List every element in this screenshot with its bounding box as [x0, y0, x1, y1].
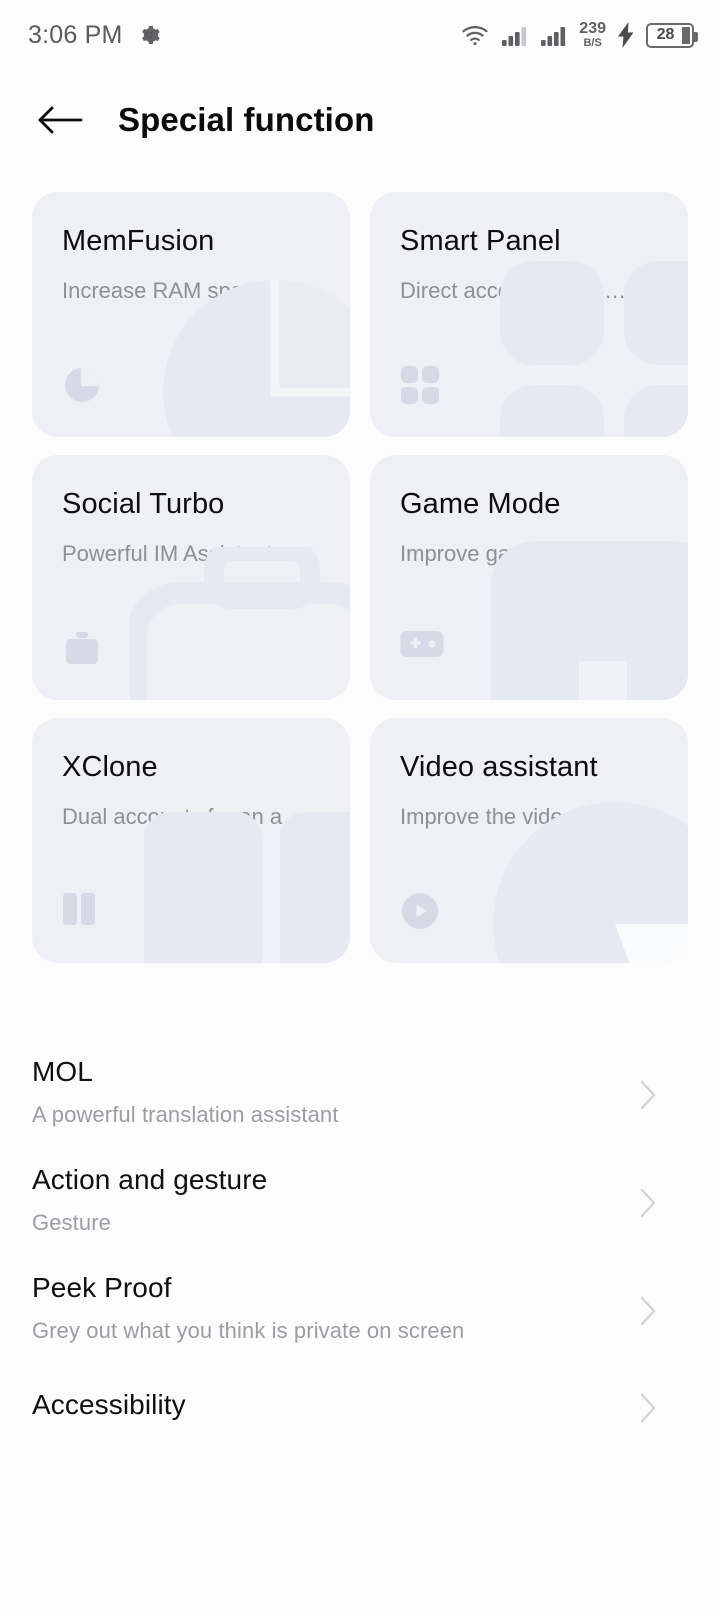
card-memfusion[interactable]: MemFusion Increase RAM space — [32, 192, 350, 437]
list-item-action-and-gesture[interactable]: Action and gesture Gesture — [32, 1146, 688, 1254]
card-subtitle: Powerful IM Assistant — [62, 541, 273, 566]
list-item-peek-proof[interactable]: Peek Proof Grey out what you think is pr… — [32, 1254, 688, 1362]
card-subtitle: Improve the video vie… — [400, 804, 632, 829]
card-title: Video assistant — [400, 751, 598, 783]
card-game-mode[interactable]: Game Mode Improve game experie… — [370, 455, 688, 700]
settings-list: MOL A powerful translation assistant Act… — [0, 1038, 720, 1448]
signal-bars-icon — [501, 23, 529, 47]
card-subtitle: Increase RAM space — [62, 278, 267, 303]
list-item-text: Peek Proof Grey out what you think is pr… — [32, 1272, 464, 1344]
back-button[interactable] — [34, 94, 86, 146]
card-video-assistant[interactable]: Video assistant Improve the video vie… — [370, 718, 688, 963]
network-speed-value: 239 — [579, 20, 606, 37]
grid-four-icon — [400, 365, 440, 405]
gamepad-icon — [400, 628, 444, 668]
card-title: XClone — [62, 751, 158, 783]
feature-card-grid: MemFusion Increase RAM space Smart Panel… — [0, 192, 720, 963]
briefcase-watermark — [130, 547, 350, 700]
list-item-title: Accessibility — [32, 1389, 186, 1420]
network-speed-indicator: 239 B/S — [579, 21, 606, 49]
list-item-text: MOL A powerful translation assistant — [32, 1056, 338, 1128]
list-item-title: MOL — [32, 1056, 93, 1087]
list-item-title: Action and gesture — [32, 1164, 268, 1195]
briefcase-icon — [62, 628, 102, 668]
wifi-icon — [460, 23, 490, 47]
signal-bars-icon — [540, 23, 568, 47]
play-circle-icon — [400, 891, 440, 931]
list-item-title: Peek Proof — [32, 1272, 172, 1303]
list-item-subtitle: Grey out what you think is private on sc… — [32, 1318, 465, 1343]
card-subtitle: Improve game experie… — [400, 541, 641, 566]
chevron-right-icon — [638, 1079, 664, 1110]
list-item-accessibility[interactable]: Accessibility — [32, 1362, 688, 1448]
card-subtitle: Dual accounts for an a… — [62, 804, 305, 829]
card-title: MemFusion — [62, 225, 215, 257]
list-item-subtitle: A powerful translation assistant — [32, 1102, 339, 1127]
pie-chart-icon — [62, 365, 102, 405]
card-subtitle: Direct access to com… — [400, 278, 627, 303]
list-item-text: Accessibility — [32, 1389, 186, 1421]
gear-icon[interactable] — [137, 23, 161, 47]
status-bar-left: 3:06 PM — [28, 21, 161, 50]
chevron-right-icon — [638, 1187, 664, 1218]
battery-indicator: 28 — [646, 22, 698, 48]
status-time: 3:06 PM — [28, 20, 123, 49]
card-social-turbo[interactable]: Social Turbo Powerful IM Assistant — [32, 455, 350, 700]
dual-columns-watermark — [144, 812, 350, 963]
status-bar: 3:06 PM 239 B/S 28 — [0, 0, 720, 70]
page-title: Special function — [118, 101, 375, 138]
lightning-bolt-icon — [617, 22, 635, 48]
status-bar-right: 239 B/S 28 — [460, 21, 698, 49]
network-speed-unit: B/S — [583, 37, 602, 49]
battery-level: 28 — [656, 26, 675, 43]
battery-fill — [682, 26, 690, 44]
arrow-left-icon — [38, 106, 83, 134]
card-title: Smart Panel — [400, 225, 561, 257]
list-item-mol[interactable]: MOL A powerful translation assistant — [32, 1038, 688, 1146]
dual-columns-icon — [62, 891, 102, 931]
card-title: Game Mode — [400, 488, 561, 520]
card-smart-panel[interactable]: Smart Panel Direct access to com… — [370, 192, 688, 437]
card-title: Social Turbo — [62, 488, 225, 520]
app-bar: Special function — [0, 70, 720, 170]
card-xclone[interactable]: XClone Dual accounts for an a… — [32, 718, 350, 963]
list-item-subtitle: Gesture — [32, 1210, 111, 1235]
chevron-right-icon — [638, 1295, 664, 1326]
chevron-right-icon — [638, 1392, 664, 1423]
list-item-text: Action and gesture Gesture — [32, 1164, 267, 1236]
